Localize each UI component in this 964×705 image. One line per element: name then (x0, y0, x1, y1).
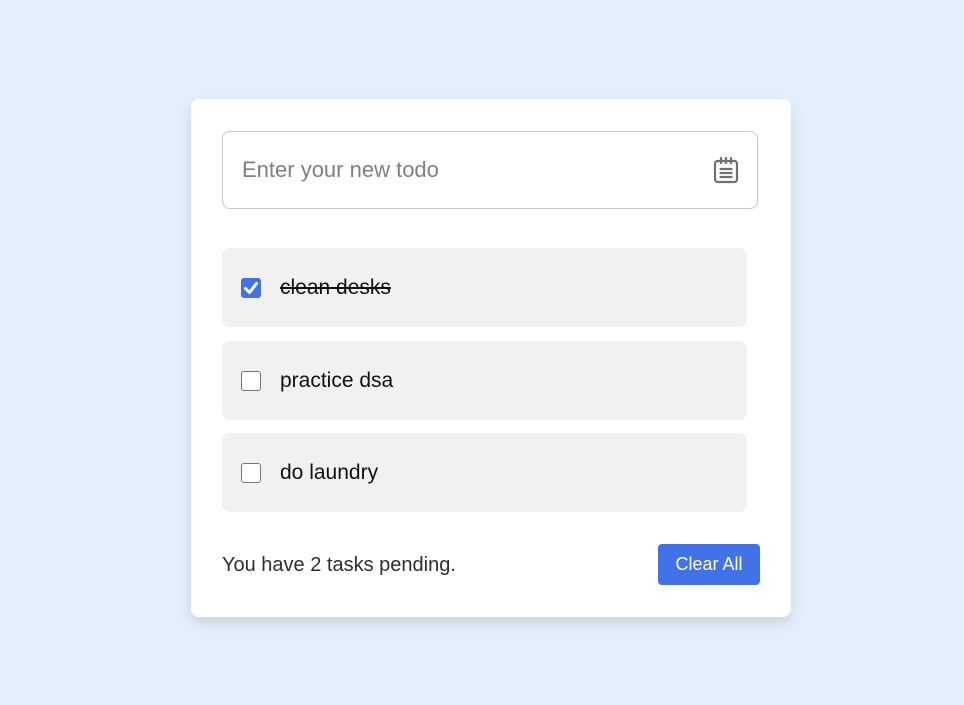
todo-card: clean desks practice dsa do laundry You … (191, 99, 791, 617)
todo-input[interactable] (223, 132, 693, 208)
notepad-icon[interactable] (713, 157, 739, 184)
todo-checkbox[interactable] (241, 371, 261, 391)
todo-item: practice dsa (222, 341, 747, 420)
todo-list: clean desks practice dsa do laundry (222, 248, 747, 526)
todo-checkbox[interactable] (241, 463, 261, 483)
todo-checkbox[interactable] (241, 278, 261, 298)
check-icon (244, 282, 258, 294)
todo-input-wrapper (222, 131, 758, 209)
todo-item: do laundry (222, 433, 747, 512)
clear-all-button[interactable]: Clear All (658, 544, 760, 585)
todo-text: practice dsa (280, 369, 394, 392)
todo-text: clean desks (280, 276, 391, 299)
todo-text: do laundry (280, 461, 379, 484)
todo-item: clean desks (222, 248, 747, 327)
pending-status: You have 2 tasks pending. (222, 554, 456, 576)
